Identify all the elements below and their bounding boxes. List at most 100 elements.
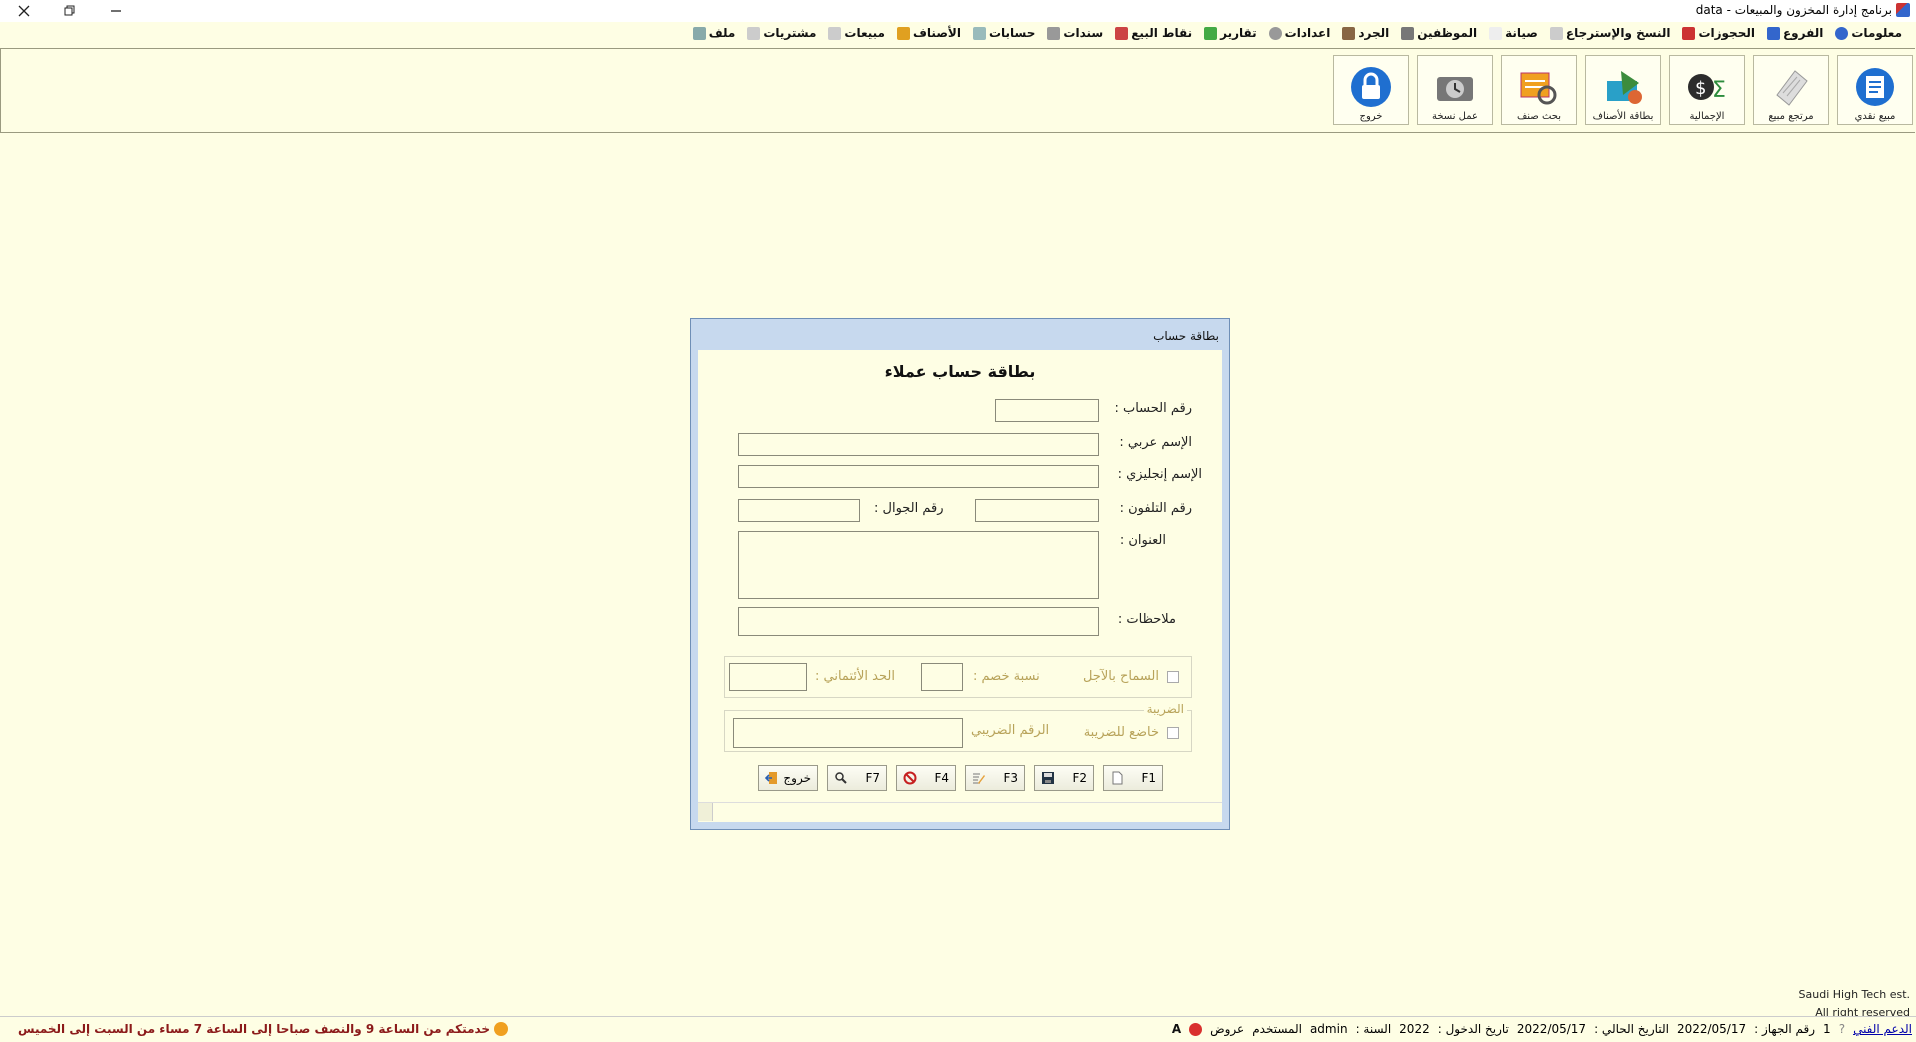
cards-icon (1047, 26, 1061, 40)
menu-label: الحجوزات (1698, 26, 1755, 40)
menu-label: نقاط البيع (1131, 26, 1193, 40)
account-card-dialog: بطاقة حساب بطاقة حساب عملاء رقم الحساب :… (690, 318, 1230, 830)
user-label: المستخدم (1252, 1022, 1302, 1036)
support-link[interactable]: الدعم الفني (1853, 1022, 1912, 1036)
sales-return-icon (1776, 70, 1808, 106)
app-icon (1896, 3, 1910, 17)
toolbar-button-4[interactable]: بحث صنف (1501, 55, 1577, 125)
tax-number-input[interactable] (733, 718, 963, 748)
new-document-icon (1112, 771, 1123, 785)
toolbar-button-2[interactable]: $ Σ الإجمالية (1669, 55, 1745, 125)
backup-icon (1437, 77, 1473, 101)
minimize-button[interactable] (94, 0, 138, 22)
taxable-checkbox[interactable] (1167, 727, 1179, 739)
menu-item-11[interactable]: صيانة (1489, 26, 1538, 40)
menu-label: تقارير (1220, 26, 1257, 40)
notes-label: ملاحظات : (1117, 612, 1176, 627)
f1-new-button[interactable]: F1 (1103, 765, 1163, 791)
menu-item-4[interactable]: حسابات (972, 26, 1035, 40)
credit-limit-label: الحد الأئتماني : (815, 669, 895, 684)
exit-button[interactable]: خروج (758, 765, 818, 791)
account-number-label: رقم الحساب : (1114, 401, 1192, 416)
store-icon (1766, 26, 1780, 40)
menu-label: الجرد (1358, 26, 1390, 40)
allow-credit-checkbox[interactable] (1167, 671, 1179, 683)
arabic-name-input[interactable] (738, 433, 1099, 456)
device-label: رقم الجهاز : (1754, 1022, 1816, 1036)
login-date-value: 2022/05/17 (1516, 1022, 1587, 1036)
toolbar-button-label: بطاقة الأصناف (1592, 111, 1654, 122)
english-name-input[interactable] (738, 465, 1099, 488)
menu-label: الموظفين (1417, 26, 1478, 40)
minimize-icon (111, 10, 121, 12)
close-button[interactable] (2, 0, 46, 22)
toolbar-button-0[interactable]: مبيع نقدي (1837, 55, 1913, 125)
toolbar-button-6[interactable]: خروج (1333, 55, 1409, 125)
menu-item-10[interactable]: الموظفين (1401, 26, 1477, 40)
window-title: برنامج إدارة المخزون والمبيعات - data (1696, 3, 1910, 17)
toolbar-button-5[interactable]: عمل نسخة (1417, 55, 1493, 125)
menu-item-0[interactable]: ملف (692, 26, 735, 40)
menu-item-12[interactable]: النسخ والإسترجاع (1549, 26, 1670, 40)
f4-label: F4 (934, 771, 949, 785)
menu-item-13[interactable]: الحجوزات (1682, 26, 1755, 40)
menu-item-9[interactable]: الجرد (1342, 26, 1389, 40)
f3-edit-button[interactable]: F3 (965, 765, 1025, 791)
phone-input[interactable] (975, 499, 1099, 522)
menu-item-2[interactable]: مبيعات (828, 26, 885, 40)
main-menu: ملف مشتريات مبيعات الأصناف حسابات سندات نقاط ا… (692, 26, 1902, 40)
menu-item-1[interactable]: مشتريات (747, 26, 816, 40)
toolbar-button-label: مبيع نقدي (1854, 111, 1896, 122)
f2-save-button[interactable]: F2 (1034, 765, 1094, 791)
totals-icon: $ Σ (1688, 74, 1726, 103)
notes-input[interactable] (738, 607, 1099, 636)
tax-group: الضريبة خاضع للضريبة الرقم الضريبي (724, 702, 1192, 752)
account-number-input[interactable] (995, 399, 1099, 422)
allow-credit-label: السماح بالآجل (1082, 669, 1159, 684)
window-title-text: برنامج إدارة المخزون والمبيعات - data (1695, 3, 1892, 17)
discount-label: نسبة خصم : (973, 669, 1040, 684)
menu-label: سندات (1063, 26, 1104, 40)
info-icon (1835, 26, 1849, 40)
toolbar-button-label: مرتجع مبيع (1768, 111, 1814, 122)
svg-text:$: $ (1695, 78, 1706, 99)
tax-number-label: الرقم الضريبي (971, 723, 1050, 738)
status-bar: A عروض المستخدم admin السنة : 2022 تاريخ… (0, 1016, 1916, 1042)
menu-label: اعدادات (1284, 26, 1331, 40)
printer-icon (1115, 26, 1129, 40)
menu-item-15[interactable]: معلومات (1835, 26, 1902, 40)
item-card-icon (1607, 71, 1642, 104)
address-textarea[interactable] (738, 531, 1099, 599)
edit-icon (973, 773, 985, 784)
menu-bar: ملف مشتريات مبيعات الأصناف حسابات سندات نقاط ا… (0, 22, 1916, 48)
f7-search-button[interactable]: F7 (827, 765, 887, 791)
arabic-name-label: الإسم عربي : (1119, 435, 1192, 450)
menu-item-6[interactable]: نقاط البيع (1115, 26, 1192, 40)
menu-item-14[interactable]: الفروع (1766, 26, 1823, 40)
delete-icon (903, 771, 917, 785)
menu-item-7[interactable]: تقارير (1204, 26, 1257, 40)
toolbar-button-1[interactable]: مرتجع مبيع (1753, 55, 1829, 125)
device-value: 1 (1823, 1022, 1831, 1036)
tools-icon (1489, 26, 1503, 40)
menu-item-5[interactable]: سندات (1047, 26, 1103, 40)
credit-limit-input[interactable] (729, 663, 807, 691)
menu-label: مشتريات (763, 26, 817, 40)
close-icon (18, 5, 30, 17)
form-heading: بطاقة حساب عملاء (884, 362, 1036, 381)
toolbar-button-label: عمل نسخة (1431, 111, 1479, 122)
user-value: admin (1309, 1022, 1348, 1036)
current-date-value: 2022/05/17 (1676, 1022, 1747, 1036)
menu-item-8[interactable]: اعدادات (1268, 26, 1331, 40)
discount-input[interactable] (921, 663, 963, 691)
menu-label: الأصناف (912, 26, 961, 40)
menu-item-3[interactable]: الأصناف (896, 26, 961, 40)
lock-icon (1351, 67, 1391, 107)
year-label: السنة : (1355, 1022, 1392, 1036)
toolbar-button-3[interactable]: بطاقة الأصناف (1585, 55, 1661, 125)
english-name-label: الإسم إنجليزي : (1117, 467, 1202, 482)
restore-button[interactable] (48, 0, 92, 22)
offers-link[interactable]: عروض (1210, 1022, 1244, 1036)
mobile-input[interactable] (738, 499, 860, 522)
f4-delete-button[interactable]: F4 (896, 765, 956, 791)
